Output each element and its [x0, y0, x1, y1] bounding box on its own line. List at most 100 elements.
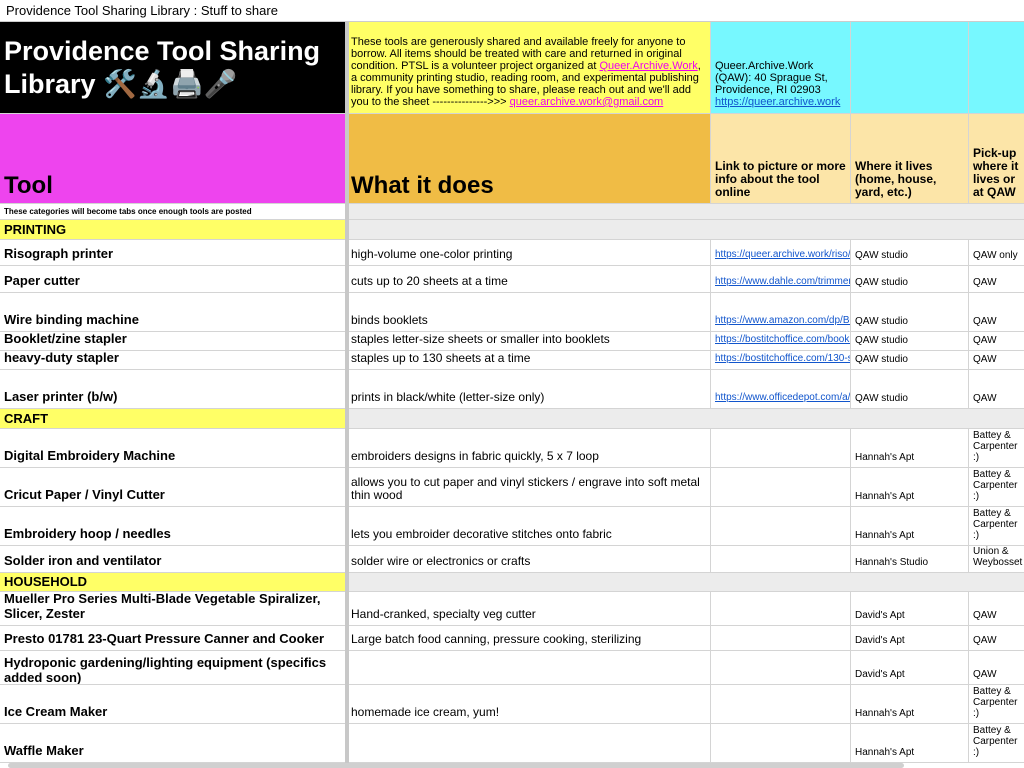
tool-pickup[interactable]: Hannah's porch Battey & Carpenter :) — [969, 468, 1024, 507]
tool-location[interactable]: Hannah's Studio — [851, 546, 969, 573]
tool-pickup[interactable]: QAW — [969, 332, 1024, 351]
tool-pickup[interactable]: Union & Weybosset — [969, 546, 1024, 573]
tool-link-cell[interactable] — [711, 546, 851, 573]
tool-name[interactable]: Digital Embroidery Machine — [0, 429, 347, 468]
tool-name[interactable]: Mueller Pro Series Multi-Blade Vegetable… — [0, 592, 347, 626]
tool-link[interactable]: https://www.officedepot.com/a/p — [715, 392, 850, 404]
tool-name[interactable]: Paper cutter — [0, 266, 347, 293]
frozen-column-divider[interactable] — [345, 22, 349, 768]
tool-pickup[interactable]: QAW — [969, 266, 1024, 293]
tool-description[interactable]: prints in black/white (letter-size only) — [347, 370, 711, 409]
org-link[interactable]: Queer.Archive.Work — [599, 60, 697, 72]
category-note[interactable]: These categories will become tabs once e… — [0, 204, 347, 220]
tool-pickup[interactable]: QAW — [969, 592, 1024, 626]
tool-name[interactable]: Laser printer (b/w) — [0, 370, 347, 409]
tool-link[interactable]: https://bostitchoffice.com/130-s — [715, 353, 850, 365]
tool-location[interactable]: QAW studio — [851, 351, 969, 370]
tool-description[interactable]: allows you to cut paper and vinyl sticke… — [347, 468, 711, 507]
tool-pickup[interactable]: QAW only — [969, 240, 1024, 266]
category-craft[interactable]: CRAFT — [0, 409, 347, 429]
tool-description[interactable]: staples up to 130 sheets at a time — [347, 351, 711, 370]
tool-link-cell[interactable]: https://queer.archive.work/riso/i — [711, 240, 851, 266]
tool-description[interactable] — [347, 724, 711, 763]
tool-description[interactable] — [347, 651, 711, 685]
tool-location[interactable]: Hannah's Apt — [851, 724, 969, 763]
tool-name[interactable]: Presto 01781 23-Quart Pressure Canner an… — [0, 626, 347, 651]
tool-link-cell[interactable] — [711, 592, 851, 626]
column-header-what[interactable]: What it does — [347, 114, 711, 204]
tool-location[interactable]: David's Apt — [851, 592, 969, 626]
tool-link[interactable]: https://www.amazon.com/dp/B0 — [715, 315, 850, 327]
tool-location[interactable]: Hannah's Apt — [851, 468, 969, 507]
tool-link[interactable]: https://www.dahle.com/trimmer/ — [715, 276, 850, 288]
tool-description[interactable]: homemade ice cream, yum! — [347, 685, 711, 724]
category-row-fill[interactable] — [347, 220, 1024, 240]
tool-pickup[interactable]: QAW — [969, 651, 1024, 685]
tool-name[interactable]: Embroidery hoop / needles — [0, 507, 347, 546]
tool-link-cell[interactable]: https://www.amazon.com/dp/B0 — [711, 293, 851, 332]
tool-link-cell[interactable] — [711, 429, 851, 468]
tool-pickup[interactable]: QAW — [969, 351, 1024, 370]
tool-description[interactable]: cuts up to 20 sheets at a time — [347, 266, 711, 293]
tool-link-cell[interactable] — [711, 685, 851, 724]
tool-link-cell[interactable]: https://bostitchoffice.com/booklet — [711, 332, 851, 351]
tool-name[interactable]: Ice Cream Maker — [0, 685, 347, 724]
tool-link[interactable]: https://bostitchoffice.com/booklet — [715, 334, 850, 346]
tool-pickup[interactable]: Hannah's porch Battey & Carpenter :) — [969, 507, 1024, 546]
page-title[interactable]: Providence Tool Sharing Library 🛠️🔬🖨️🎤 — [0, 22, 347, 114]
tool-name[interactable]: Solder iron and ventilator — [0, 546, 347, 573]
tool-link-cell[interactable]: https://bostitchoffice.com/130-s — [711, 351, 851, 370]
tool-location[interactable]: QAW studio — [851, 240, 969, 266]
tool-description[interactable]: Large batch food canning, pressure cooki… — [347, 626, 711, 651]
tool-description[interactable]: Hand-cranked, specialty veg cutter — [347, 592, 711, 626]
tool-description[interactable]: staples letter-size sheets or smaller in… — [347, 332, 711, 351]
tool-location[interactable]: Hannah's Apt — [851, 429, 969, 468]
email-link[interactable]: queer.archive.work@gmail.com — [510, 96, 664, 108]
category-row-fill[interactable] — [347, 573, 1024, 592]
tool-pickup[interactable]: Hannah's porch Battey & Carpenter :) — [969, 685, 1024, 724]
tool-location[interactable]: QAW studio — [851, 370, 969, 409]
column-header-link[interactable]: Link to picture or more info about the t… — [711, 114, 851, 204]
tool-description[interactable]: lets you embroider decorative stitches o… — [347, 507, 711, 546]
tool-description[interactable]: high-volume one-color printing — [347, 240, 711, 266]
header-empty-cell[interactable] — [969, 22, 1024, 114]
tool-link-cell[interactable] — [711, 468, 851, 507]
tool-pickup[interactable]: Hannah's porch Battey & Carpenter :) — [969, 429, 1024, 468]
tool-location[interactable]: Hannah's Apt — [851, 507, 969, 546]
column-header-where[interactable]: Where it lives (home, house, yard, etc.) — [851, 114, 969, 204]
tool-name[interactable]: Wire binding machine — [0, 293, 347, 332]
column-header-tool[interactable]: Tool — [0, 114, 347, 204]
category-household[interactable]: HOUSEHOLD — [0, 573, 347, 592]
column-header-pickup[interactable]: Pick-up where it lives or at QAW — [969, 114, 1024, 204]
spreadsheet-grid[interactable]: Providence Tool Sharing Library 🛠️🔬🖨️🎤 T… — [0, 22, 1024, 768]
tool-pickup[interactable]: QAW — [969, 293, 1024, 332]
tool-name[interactable]: heavy-duty stapler — [0, 351, 347, 370]
tool-pickup[interactable]: Hannah's porch Battey & Carpenter :) — [969, 724, 1024, 763]
tool-location[interactable]: QAW studio — [851, 266, 969, 293]
description-cell[interactable]: These tools are generously shared and av… — [347, 22, 711, 114]
tool-name[interactable]: Booklet/zine stapler — [0, 332, 347, 351]
tool-location[interactable]: QAW studio — [851, 293, 969, 332]
tool-link-cell[interactable]: https://www.dahle.com/trimmer/ — [711, 266, 851, 293]
tool-link[interactable]: https://queer.archive.work/riso/i — [715, 249, 850, 261]
tool-name[interactable]: Hydroponic gardening/lighting equipment … — [0, 651, 347, 685]
tool-link-cell[interactable]: https://www.officedepot.com/a/p — [711, 370, 851, 409]
tool-link-cell[interactable] — [711, 626, 851, 651]
tool-description[interactable]: embroiders designs in fabric quickly, 5 … — [347, 429, 711, 468]
address-cell[interactable]: Queer.Archive.Work (QAW): 40 Sprague St,… — [711, 22, 851, 114]
tool-name[interactable]: Waffle Maker — [0, 724, 347, 763]
header-empty-cell[interactable] — [851, 22, 969, 114]
address-link[interactable]: https://queer.archive.work — [715, 96, 846, 108]
tool-name[interactable]: Risograph printer — [0, 240, 347, 266]
tool-link-cell[interactable] — [711, 507, 851, 546]
tool-pickup[interactable]: QAW — [969, 626, 1024, 651]
tool-description[interactable]: binds booklets — [347, 293, 711, 332]
tool-location[interactable]: Hannah's Apt — [851, 685, 969, 724]
note-row-fill[interactable] — [347, 204, 1024, 220]
tool-pickup[interactable]: QAW — [969, 370, 1024, 409]
tool-location[interactable]: David's Apt — [851, 651, 969, 685]
category-row-fill[interactable] — [347, 409, 1024, 429]
category-printing[interactable]: PRINTING — [0, 220, 347, 240]
tool-location[interactable]: David's Apt — [851, 626, 969, 651]
tool-link-cell[interactable] — [711, 651, 851, 685]
